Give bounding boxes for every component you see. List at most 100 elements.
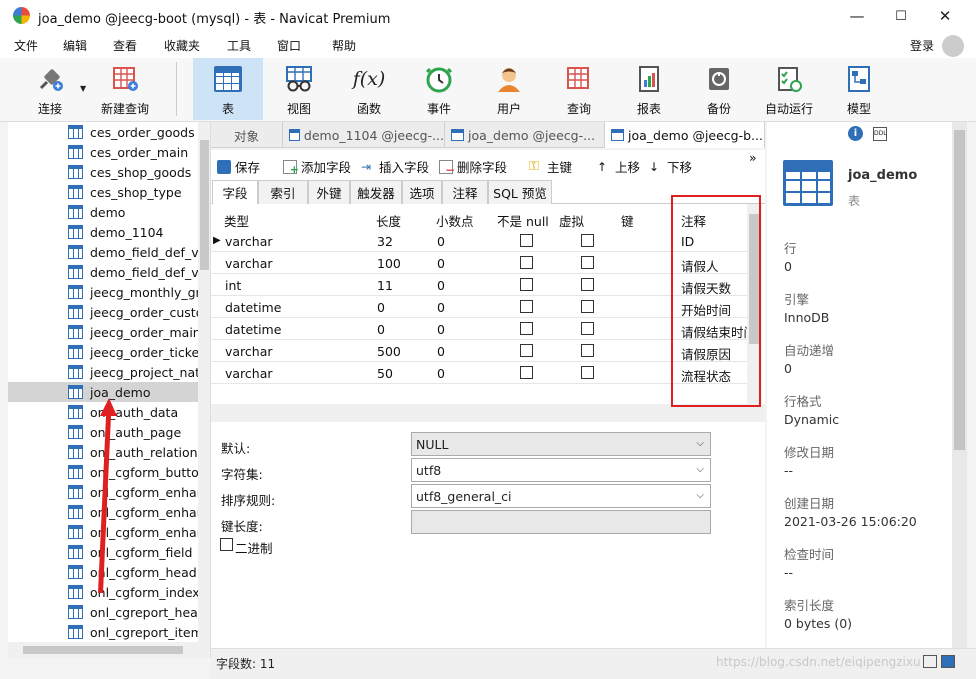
cell-type[interactable]: int [225,278,241,293]
default-select[interactable]: NULL ⌵ [411,432,711,456]
tree-item[interactable]: jeecg_project_nat [8,362,200,382]
collation-select[interactable]: utf8_general_ci ⌵ [411,484,711,508]
tree-item[interactable]: jeecg_monthly_gr [8,282,201,302]
grid-view-icon[interactable] [923,655,937,668]
col-header-virtual[interactable]: 虚拟 [559,211,584,230]
tree-item[interactable]: ces_shop_type [8,182,198,202]
subtab[interactable]: 字段 [212,180,258,204]
cell-length[interactable]: 11 [377,278,393,293]
not-null-checkbox[interactable] [520,366,533,379]
virtual-checkbox[interactable] [581,300,594,313]
tab-demo-1104[interactable]: demo_1104 @jeecg-... [283,122,445,148]
menu-window[interactable]: 窗口 [277,37,301,54]
tree-item[interactable]: ces_shop_goods [8,162,198,182]
info-scroll-thumb[interactable] [954,130,965,450]
tree-item[interactable]: ces_order_goods [8,122,198,142]
subtab[interactable]: 选项 [402,180,442,204]
cell-type[interactable]: varchar [225,234,273,249]
cell-length[interactable]: 500 [377,344,401,359]
col-header-type[interactable]: 类型 [224,211,249,230]
cell-decimal[interactable]: 0 [437,322,445,337]
delete-field-button[interactable]: − 删除字段 [439,157,507,177]
tree-item[interactable]: demo_field_def_va [8,262,206,282]
more-actions-button[interactable]: » [749,150,757,165]
not-null-checkbox[interactable] [520,300,533,313]
virtual-checkbox[interactable] [581,256,594,269]
move-down-button[interactable]: ↓ 下移 [649,157,692,176]
cell-decimal[interactable]: 0 [437,278,445,293]
cell-decimal[interactable]: 0 [437,366,445,381]
tree-item[interactable]: jeecg_order_main [8,322,201,342]
minimize-button[interactable]: — [834,0,880,32]
tree-item[interactable]: ces_order_main [8,142,198,162]
login-link[interactable]: 登录 [910,37,934,54]
maximize-button[interactable]: ☐ [878,0,924,32]
table-row[interactable]: varchar 100 0 请假人 [211,252,751,274]
binary-checkbox[interactable] [220,538,233,551]
tab-joa-demo-active[interactable]: joa_demo @jeecg-b... [605,122,765,148]
col-header-key[interactable]: 键 [621,211,634,230]
tree-scroll-thumb[interactable] [200,140,209,270]
table-button[interactable]: 表 [193,58,263,120]
virtual-checkbox[interactable] [581,344,594,357]
cell-type[interactable]: varchar [225,366,273,381]
menu-help[interactable]: 帮助 [332,37,356,54]
insert-field-button[interactable]: ⇥ 插入字段 [361,157,429,176]
report-button[interactable]: 报表 [614,58,684,120]
subtab[interactable]: 索引 [258,180,308,204]
virtual-checkbox[interactable] [581,366,594,379]
new-query-button[interactable]: 新建查询 [96,58,154,120]
tree-item[interactable]: onl_cgreport_item [8,622,203,642]
cell-length[interactable]: 32 [377,234,393,249]
subtab[interactable]: 注释 [442,180,488,204]
form-view-icon[interactable] [941,655,955,668]
table-row[interactable]: int 11 0 请假天数 [211,274,751,296]
tree-item[interactable]: onl_cgreport_hea [8,602,198,622]
table-row[interactable]: ▶ varchar 32 0 ID [211,230,751,252]
menu-view[interactable]: 查看 [113,37,137,54]
table-row[interactable]: varchar 50 0 流程状态 [211,362,751,384]
subtab[interactable]: 触发器 [350,180,402,204]
backup-button[interactable]: 备份 [684,58,754,120]
tab-objects[interactable]: 对象 [211,122,283,148]
tree-item[interactable]: jeecg_order_ticke [8,342,199,362]
charset-select[interactable]: utf8 ⌵ [411,458,711,482]
key-length-input[interactable] [411,510,711,534]
connect-button[interactable]: 连接 [24,58,76,120]
cell-type[interactable]: datetime [225,300,281,315]
col-header-not-null[interactable]: 不是 null [497,211,549,230]
not-null-checkbox[interactable] [520,234,533,247]
view-button[interactable]: 视图 [264,58,334,120]
table-row[interactable]: varchar 500 0 请假原因 [211,340,751,362]
virtual-checkbox[interactable] [581,278,594,291]
menu-favorites[interactable]: 收藏夹 [164,37,200,54]
close-button[interactable]: ✕ [922,0,968,32]
subtab[interactable]: SQL 预览 [488,180,552,204]
cell-decimal[interactable]: 0 [437,256,445,271]
add-field-button[interactable]: + 添加字段 [283,157,351,176]
menu-file[interactable]: 文件 [14,37,38,54]
user-button[interactable]: 用户 [474,58,544,120]
not-null-checkbox[interactable] [520,322,533,335]
col-header-decimal[interactable]: 小数点 [436,211,474,230]
connect-dropdown-icon[interactable]: ▼ [80,84,86,93]
function-button[interactable]: f(x) 函数 [334,58,404,120]
primary-key-button[interactable]: ⚿ 主键 [529,157,572,176]
ddl-icon[interactable]: DDL [873,127,887,141]
tree-item[interactable]: demo_1104 [8,222,198,242]
tab-joa-demo-1[interactable]: joa_demo @jeecg-... [445,122,605,148]
cell-type[interactable]: varchar [225,344,273,359]
virtual-checkbox[interactable] [581,322,594,335]
tree-item[interactable]: jeecg_order_custo [8,302,203,322]
move-up-button[interactable]: ↑ 上移 [597,157,640,176]
col-header-length[interactable]: 长度 [376,211,401,230]
save-button[interactable]: 保存 [217,157,260,176]
cell-decimal[interactable]: 0 [437,300,445,315]
subtab[interactable]: 外键 [308,180,350,204]
cell-length[interactable]: 0 [377,300,385,315]
not-null-checkbox[interactable] [520,256,533,269]
avatar[interactable] [942,35,964,57]
model-button[interactable]: 模型 [824,58,894,120]
cell-type[interactable]: datetime [225,322,281,337]
cell-length[interactable]: 50 [377,366,393,381]
